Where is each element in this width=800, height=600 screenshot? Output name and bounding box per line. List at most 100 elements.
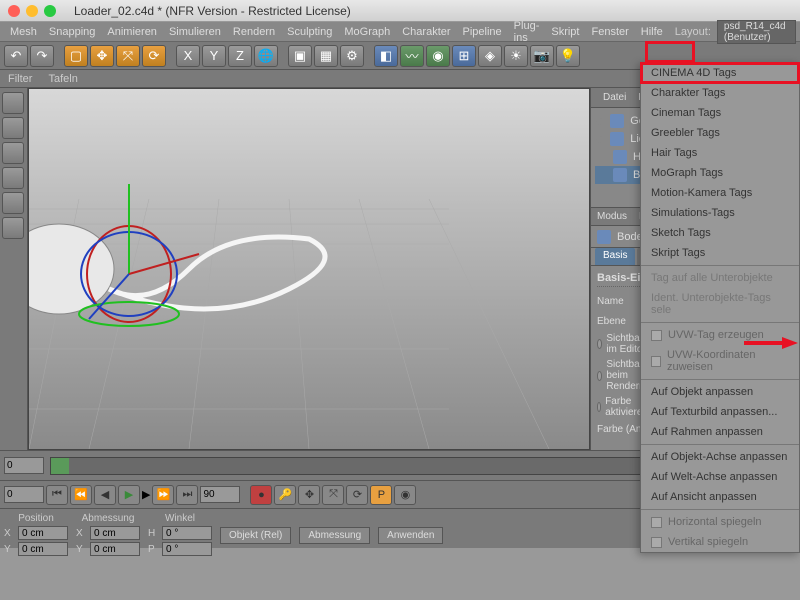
minimize-icon[interactable] — [26, 5, 38, 17]
dd-sketch-tags[interactable]: Sketch Tags — [641, 223, 799, 243]
nurbs-tool[interactable]: ◉ — [426, 45, 450, 67]
menu-snapping[interactable]: Snapping — [43, 26, 102, 38]
objekt-rel-button[interactable]: Objekt (Rel) — [220, 527, 291, 544]
key-all-button[interactable]: ◉ — [394, 485, 416, 505]
dim-x-input[interactable] — [90, 526, 140, 540]
move-tool[interactable]: ✥ — [90, 45, 114, 67]
timeline-track[interactable] — [50, 457, 721, 475]
dd-cineman-tags[interactable]: Cineman Tags — [641, 103, 799, 123]
environment-tool[interactable]: ☀ — [504, 45, 528, 67]
play-button[interactable]: ▶ — [118, 485, 140, 505]
render-settings-button[interactable]: ⚙ — [340, 45, 364, 67]
spline-tool[interactable]: 〰 — [400, 45, 424, 67]
dd-welt-achse[interactable]: Auf Welt-Achse anpassen — [641, 467, 799, 487]
rotate-tool[interactable]: ⟳ — [142, 45, 166, 67]
pos-y-input[interactable] — [18, 542, 68, 556]
cube-primitive[interactable]: ◧ — [374, 45, 398, 67]
render-button[interactable]: ▣ — [288, 45, 312, 67]
camera-tool[interactable]: 📷 — [530, 45, 554, 67]
menu-mesh[interactable]: Mesh — [4, 26, 43, 38]
menu-simulieren[interactable]: Simulieren — [163, 26, 227, 38]
tafeln-menu[interactable]: Tafeln — [48, 73, 77, 85]
select-tool[interactable]: ▢ — [64, 45, 88, 67]
axis-y-button[interactable]: Y — [202, 45, 226, 67]
dd-mograph-tags[interactable]: MoGraph Tags — [641, 163, 799, 183]
goto-start-button[interactable]: ⏮ — [46, 485, 68, 505]
dd-auf-objekt[interactable]: Auf Objekt anpassen — [641, 382, 799, 402]
next-frame-button[interactable]: ▶ — [142, 488, 150, 501]
maximize-icon[interactable] — [44, 5, 56, 17]
axis-z-button[interactable]: Z — [228, 45, 252, 67]
menu-skript[interactable]: Skript — [545, 26, 585, 38]
dd-skript-tags[interactable]: Skript Tags — [641, 243, 799, 263]
pos-x-input[interactable] — [18, 526, 68, 540]
tab-basis[interactable]: Basis — [595, 248, 635, 265]
timeline-start[interactable] — [4, 457, 44, 474]
next-key-button[interactable]: ⏩ — [152, 485, 174, 505]
menu-animieren[interactable]: Animieren — [101, 26, 163, 38]
dd-objekt-achse[interactable]: Auf Objekt-Achse anpassen — [641, 447, 799, 467]
dd-tag-unterobjekte[interactable]: Tag auf alle Unterobjekte — [641, 268, 799, 288]
dim-y-input[interactable] — [90, 542, 140, 556]
undo-button[interactable]: ↶ — [4, 45, 28, 67]
dd-horizontal-spiegeln[interactable]: Horizontal spiegeln — [641, 512, 799, 532]
abmessung-button[interactable]: Abmessung — [299, 527, 370, 544]
dd-greebler-tags[interactable]: Greebler Tags — [641, 123, 799, 143]
menu-fenster[interactable]: Fenster — [585, 26, 634, 38]
redo-button[interactable]: ↷ — [30, 45, 54, 67]
frame-input[interactable] — [4, 486, 44, 503]
object-mode[interactable] — [2, 117, 24, 139]
goto-end-button[interactable]: ⏭ — [176, 485, 198, 505]
key-rot-button[interactable]: ⟳ — [346, 485, 368, 505]
dd-auf-rahmen[interactable]: Auf Rahmen anpassen — [641, 422, 799, 442]
key-scale-button[interactable]: ⤧ — [322, 485, 344, 505]
attr-modus[interactable]: Modus — [597, 211, 627, 222]
dd-motion-kamera-tags[interactable]: Motion-Kamera Tags — [641, 183, 799, 203]
light-tool[interactable]: 💡 — [556, 45, 580, 67]
array-tool[interactable]: ⊞ — [452, 45, 476, 67]
dd-hair-tags[interactable]: Hair Tags — [641, 143, 799, 163]
menu-pipeline[interactable]: Pipeline — [457, 26, 508, 38]
anwenden-button[interactable]: Anwenden — [378, 527, 443, 544]
scale-tool[interactable]: ⤧ — [116, 45, 140, 67]
layout-selector[interactable]: psd_R14_c4d (Benutzer) — [717, 20, 796, 44]
prev-frame-button[interactable]: ◀ — [94, 485, 116, 505]
texture-mode[interactable] — [2, 217, 24, 239]
filter-menu[interactable]: Filter — [8, 73, 32, 85]
polygon-mode[interactable] — [2, 192, 24, 214]
rendern-radio[interactable] — [597, 371, 602, 381]
key-param-button[interactable]: P — [370, 485, 392, 505]
menu-charakter[interactable]: Charakter — [396, 26, 456, 38]
close-icon[interactable] — [8, 5, 20, 17]
autokey-button[interactable]: 🔑 — [274, 485, 296, 505]
menu-hilfe[interactable]: Hilfe — [635, 26, 669, 38]
menu-plugins[interactable]: Plug-ins — [508, 20, 546, 44]
model-mode[interactable] — [2, 92, 24, 114]
timeline-playhead[interactable] — [51, 458, 69, 474]
edge-mode[interactable] — [2, 167, 24, 189]
record-button[interactable]: ● — [250, 485, 272, 505]
farbe-radio[interactable] — [597, 402, 601, 412]
axis-x-button[interactable]: X — [176, 45, 200, 67]
panel-datei[interactable]: Datei — [599, 92, 630, 103]
dd-charakter-tags[interactable]: Charakter Tags — [641, 83, 799, 103]
dd-uvw-zuweisen[interactable]: UVW-Koordinaten zuweisen — [641, 345, 799, 377]
deformer-tool[interactable]: ◈ — [478, 45, 502, 67]
dd-cinema4d-tags[interactable]: CINEMA 4D Tags — [641, 63, 799, 83]
end-frame-input[interactable] — [200, 486, 240, 503]
key-pos-button[interactable]: ✥ — [298, 485, 320, 505]
editor-radio[interactable] — [597, 339, 602, 349]
prev-key-button[interactable]: ⏪ — [70, 485, 92, 505]
render-region-button[interactable]: ▦ — [314, 45, 338, 67]
viewport[interactable] — [28, 88, 590, 450]
menu-rendern[interactable]: Rendern — [227, 26, 281, 38]
dd-vertikal-spiegeln[interactable]: Vertikal spiegeln — [641, 532, 799, 552]
dd-simulations-tags[interactable]: Simulations-Tags — [641, 203, 799, 223]
dd-auf-texturbild[interactable]: Auf Texturbild anpassen... — [641, 402, 799, 422]
rot-h-input[interactable] — [162, 526, 212, 540]
point-mode[interactable] — [2, 142, 24, 164]
menu-sculpting[interactable]: Sculpting — [281, 26, 338, 38]
rot-p-input[interactable] — [162, 542, 212, 556]
menu-mograph[interactable]: MoGraph — [338, 26, 396, 38]
dd-ident-tags[interactable]: Ident. Unterobjekte-Tags sele — [641, 288, 799, 320]
